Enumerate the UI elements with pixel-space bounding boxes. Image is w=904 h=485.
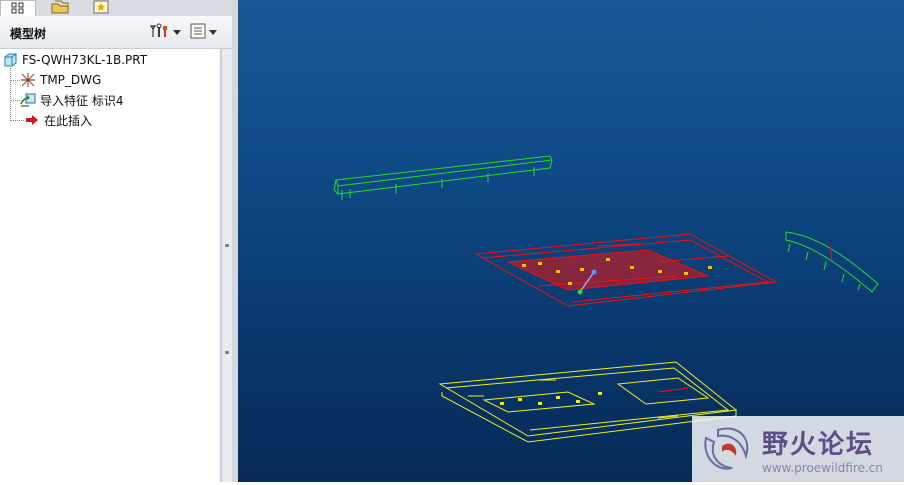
model-tree-toolbar: 模型树: [0, 16, 232, 49]
chevron-down-icon: [173, 25, 181, 39]
import-feature-icon: [20, 92, 36, 108]
red-part-board: [474, 233, 778, 307]
watermark-text: 野火论坛 www.proewildfire.cn: [762, 424, 883, 475]
chevron-down-icon: [209, 25, 217, 39]
tree-item-tmp-dwg[interactable]: TMP_DWG: [20, 71, 101, 89]
tools-icon: [149, 23, 170, 42]
settings-dropdown-button[interactable]: [149, 23, 181, 42]
datum-coordinate-icon: [20, 72, 36, 88]
watermark: 野火论坛 www.proewildfire.cn: [692, 416, 904, 482]
watermark-url: www.proewildfire.cn: [762, 460, 883, 475]
navigator-panel: 模型树 FS-QWH73KL-1B.PRT TMP_DWG 导入特征 标识4 在…: [0, 0, 233, 482]
model-geometry: [333, 155, 879, 443]
insert-here-arrow-icon: [24, 112, 40, 128]
tab-folder-browser[interactable]: [44, 0, 76, 16]
navigator-tabs: [0, 0, 232, 17]
tab-favorites[interactable]: [86, 0, 116, 16]
tab-model-tree[interactable]: [0, 0, 36, 17]
tree-connector: [10, 68, 11, 121]
tree-item-import-feature[interactable]: 导入特征 标识4: [20, 91, 123, 109]
watermark-name: 野火论坛: [762, 429, 875, 460]
model-tree-tab-icon: [11, 2, 25, 17]
proewildfire-logo-icon: [692, 416, 762, 482]
green-part-arc: [785, 231, 879, 293]
show-dropdown-button[interactable]: [190, 23, 217, 41]
tree-root-item[interactable]: FS-QWH73KL-1B.PRT: [2, 51, 147, 69]
graphics-viewport[interactable]: [238, 0, 904, 482]
tree-connector: [10, 80, 20, 81]
part-icon: [2, 52, 18, 68]
splitter-grip[interactable]: [225, 351, 229, 354]
panel-title: 模型树: [10, 27, 47, 41]
tree-root-label: FS-QWH73KL-1B.PRT: [22, 53, 148, 67]
tree-connector: [10, 120, 24, 121]
tree-item-label: TMP_DWG: [40, 73, 102, 87]
folder-icon: [51, 0, 69, 17]
splitter-grip[interactable]: [225, 244, 229, 247]
tree-connector: [10, 100, 20, 101]
list-icon: [190, 23, 206, 42]
model-tree: FS-QWH73KL-1B.PRT TMP_DWG 导入特征 标识4 在此插入: [0, 49, 221, 482]
green-part-bar: [333, 155, 553, 200]
tree-item-label: 导入特征 标识4: [40, 93, 124, 108]
tree-item-insert-here[interactable]: 在此插入: [24, 111, 92, 129]
favorites-icon: [93, 0, 109, 17]
tree-item-label: 在此插入: [44, 113, 93, 128]
